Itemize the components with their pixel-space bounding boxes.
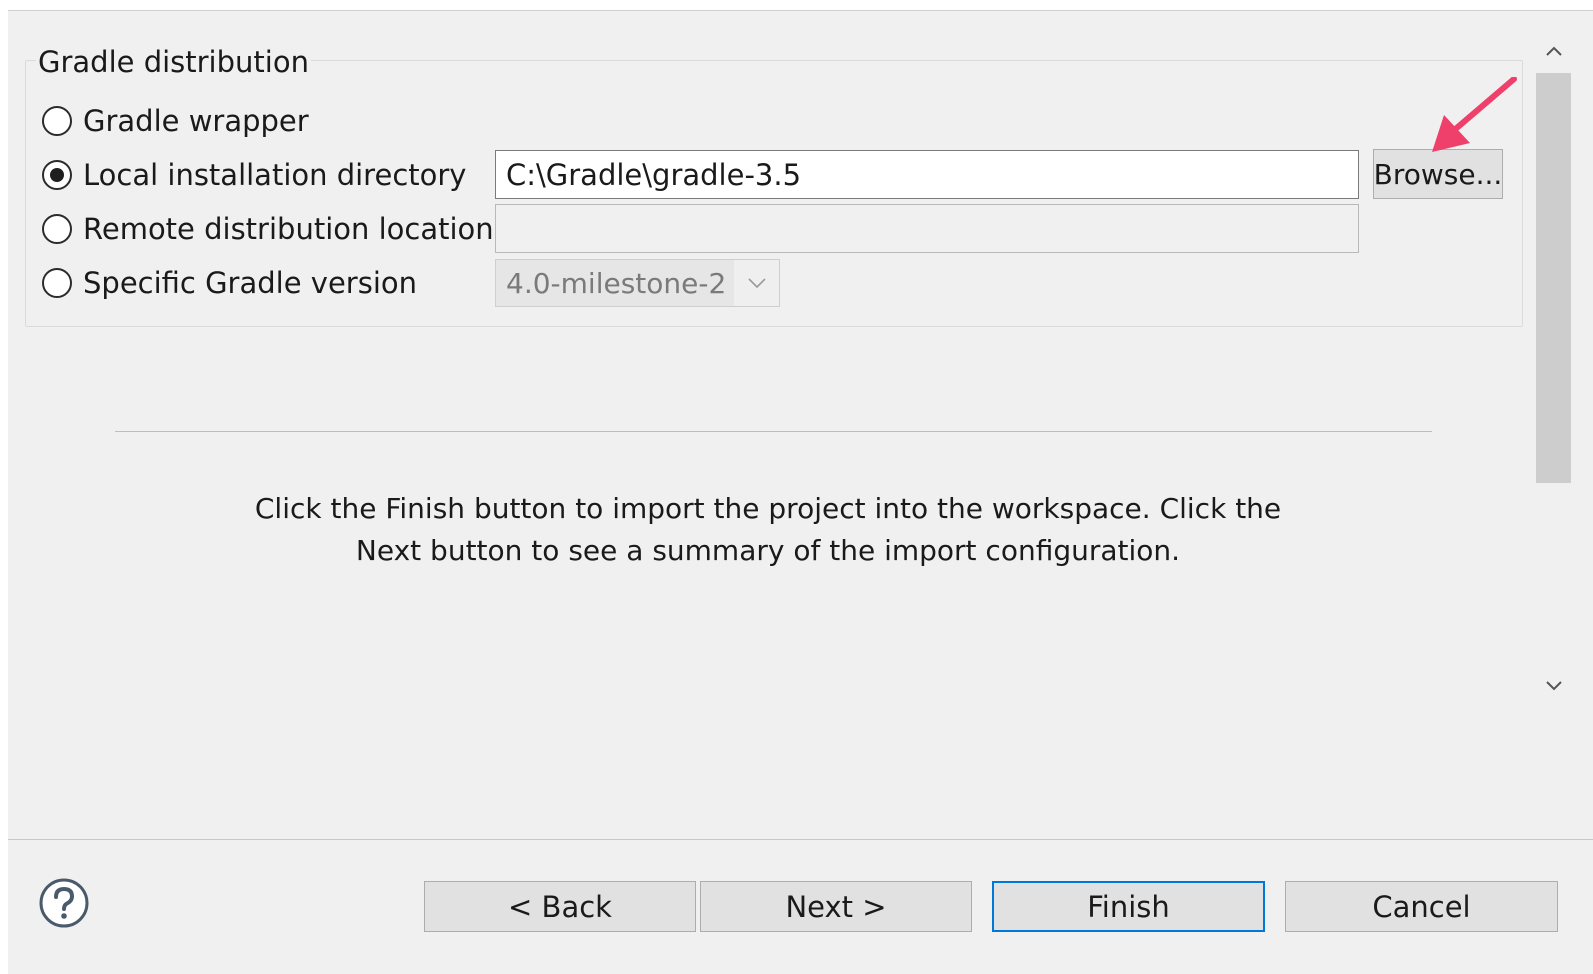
annotation-arrow-icon [1418, 76, 1528, 167]
radio-label: Gradle wrapper [83, 104, 309, 138]
group-title: Gradle distribution [36, 45, 311, 79]
info-line-1: Click the Finish button to import the pr… [254, 492, 1282, 525]
help-icon[interactable] [38, 877, 90, 929]
back-button[interactable]: < Back [424, 881, 696, 932]
remote-location-input[interactable] [495, 204, 1359, 253]
import-wizard-window: Gradle distribution Gradle wrapper Local… [8, 10, 1593, 974]
radio-button[interactable] [42, 106, 72, 136]
chevron-down-icon[interactable] [1536, 666, 1571, 706]
gradle-version-dropdown[interactable]: 4.0-milestone-2 [495, 259, 780, 307]
radio-button[interactable] [42, 268, 72, 298]
next-button[interactable]: Next > [700, 881, 972, 932]
radio-specific-version[interactable]: Specific Gradle version [42, 263, 417, 303]
radio-label: Local installation directory [83, 158, 467, 192]
radio-button[interactable] [42, 214, 72, 244]
chevron-up-icon[interactable] [1536, 31, 1571, 71]
info-message: Click the Finish button to import the pr… [168, 488, 1368, 572]
footer-divider [8, 839, 1593, 840]
local-directory-input[interactable] [495, 150, 1359, 199]
radio-gradle-wrapper[interactable]: Gradle wrapper [42, 101, 309, 141]
radio-label: Specific Gradle version [83, 266, 417, 300]
radio-label: Remote distribution location [83, 212, 494, 246]
info-line-2: Next button to see a summary of the impo… [355, 534, 1181, 567]
vertical-scrollbar[interactable] [1536, 31, 1571, 706]
scrollbar-thumb[interactable] [1536, 73, 1571, 483]
cancel-button[interactable]: Cancel [1285, 881, 1558, 932]
finish-button[interactable]: Finish [992, 881, 1265, 932]
separator [115, 431, 1432, 432]
chevron-down-icon[interactable] [734, 260, 779, 306]
gradle-version-value: 4.0-milestone-2 [506, 266, 727, 300]
radio-local-installation[interactable]: Local installation directory [42, 155, 466, 195]
radio-remote-distribution[interactable]: Remote distribution location [42, 209, 494, 249]
radio-button[interactable] [42, 160, 72, 190]
